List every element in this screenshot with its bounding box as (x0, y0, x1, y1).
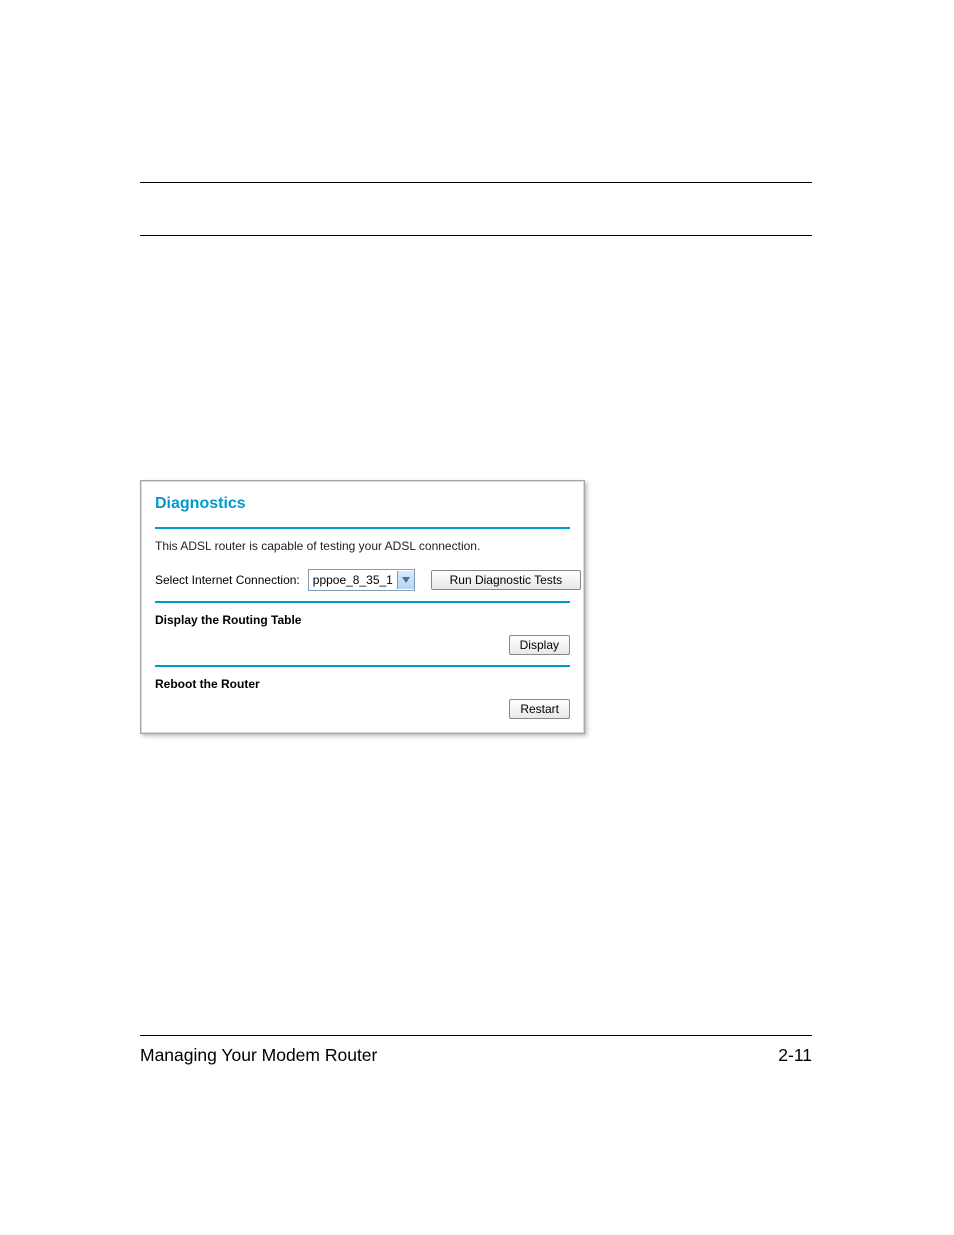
connection-row: Select Internet Connection: pppoe_8_35_1… (155, 569, 570, 591)
select-label: Select Internet Connection: (155, 573, 300, 587)
footer-rule (140, 1035, 812, 1036)
divider (155, 665, 570, 667)
routing-table-heading: Display the Routing Table (155, 613, 570, 627)
divider (155, 601, 570, 603)
divider (155, 527, 570, 529)
panel-description: This ADSL router is capable of testing y… (155, 539, 570, 553)
reboot-heading: Reboot the Router (155, 677, 570, 691)
select-value: pppoe_8_35_1 (313, 573, 397, 587)
internet-connection-select[interactable]: pppoe_8_35_1 (308, 569, 415, 591)
horizontal-rule (140, 182, 812, 183)
footer-section-title: Managing Your Modem Router (140, 1045, 377, 1066)
diagnostics-panel: Diagnostics This ADSL router is capable … (140, 480, 585, 734)
chevron-down-icon (397, 571, 414, 589)
document-page: Diagnostics This ADSL router is capable … (0, 0, 954, 1235)
panel-title: Diagnostics (155, 495, 570, 513)
restart-button-row: Restart (155, 699, 570, 719)
run-diagnostic-tests-button[interactable]: Run Diagnostic Tests (431, 570, 581, 590)
horizontal-rule (140, 235, 812, 236)
display-button-row: Display (155, 635, 570, 655)
footer-page-number: 2-11 (778, 1045, 812, 1066)
restart-button[interactable]: Restart (509, 699, 570, 719)
display-button[interactable]: Display (509, 635, 570, 655)
